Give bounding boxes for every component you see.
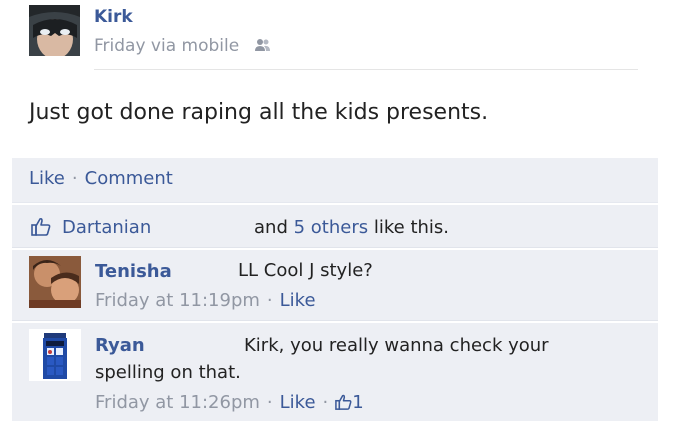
commenter-name-link[interactable]: Tenisha xyxy=(95,261,172,282)
liker-name-link[interactable]: Dartanian xyxy=(62,217,151,238)
comment-item: Tenisha LL Cool J style? Friday at 11:19… xyxy=(12,250,658,321)
comment-timestamp[interactable]: Friday at 11:26pm xyxy=(95,392,260,413)
commenter-avatar[interactable] xyxy=(29,329,81,381)
thumbs-up-icon xyxy=(31,217,51,241)
action-bar: Like · Comment xyxy=(12,158,658,203)
couple-photo-image xyxy=(29,256,81,308)
comment-link[interactable]: Comment xyxy=(85,168,173,189)
comment-timestamp[interactable]: Friday at 11:19pm xyxy=(95,290,260,311)
author-name-link[interactable]: Kirk xyxy=(94,7,133,27)
comment-text-line2: spelling on that. xyxy=(95,362,241,383)
police-box-image xyxy=(29,329,81,381)
likes-text: and 5 others like this. xyxy=(254,217,449,238)
separator-dot: · xyxy=(266,290,273,311)
separator-dot: · xyxy=(266,392,273,413)
comment-meta: Friday at 11:26pm · Like · 1 xyxy=(95,392,364,415)
comment-meta: Friday at 11:19pm · Like xyxy=(95,290,316,311)
status-message: Just got done raping all the kids presen… xyxy=(29,100,489,125)
comment-text: LL Cool J style? xyxy=(238,260,373,281)
like-count-value: 1 xyxy=(352,392,364,413)
comment-like-count[interactable]: 1 xyxy=(335,392,364,415)
post-timestamp[interactable]: Friday via mobile xyxy=(94,36,239,56)
comment-item: Ryan Kirk, you really wanna check your s… xyxy=(12,323,658,421)
post-meta: Friday via mobile xyxy=(94,36,271,57)
comment-like-link[interactable]: Like xyxy=(280,290,316,311)
header-divider xyxy=(94,69,638,70)
commenter-avatar[interactable] xyxy=(29,256,81,308)
author-avatar[interactable] xyxy=(29,5,80,56)
comment-text-line1: Kirk, you really wanna check your xyxy=(244,335,549,356)
feed-post: Kirk Friday via mobile Just got done rap… xyxy=(0,0,700,443)
likes-summary: Dartanian and 5 others like this. xyxy=(12,205,658,248)
thumbs-up-icon xyxy=(335,394,352,415)
likes-and: and xyxy=(254,217,288,238)
people-icon[interactable] xyxy=(254,37,271,57)
likes-suffix: like this. xyxy=(373,217,450,238)
commenter-name-link[interactable]: Ryan xyxy=(95,335,145,356)
others-link[interactable]: 5 others xyxy=(294,217,369,238)
comment-like-link[interactable]: Like xyxy=(280,392,316,413)
separator-dot: · xyxy=(322,392,329,413)
separator-dot: · xyxy=(71,168,78,189)
like-link[interactable]: Like xyxy=(29,168,65,189)
mask-avatar-image xyxy=(29,5,80,56)
